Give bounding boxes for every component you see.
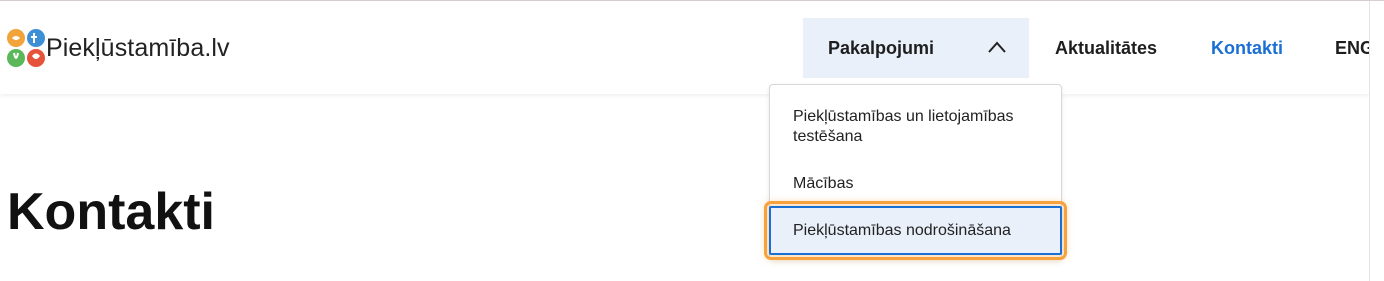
menu-item-training[interactable]: Mācības [793, 174, 1043, 194]
nav-services-label: Pakalpojumi [828, 37, 935, 58]
menu-item-testing[interactable]: Piekļūstamības un lietojamības testēšana [793, 107, 1043, 147]
site-header: Piekļūstamība.lv Pakalpojumi Aktualitāte… [0, 1, 1374, 94]
nav-services[interactable]: Pakalpojumi [803, 18, 1029, 78]
nav-contacts[interactable]: Kontakti [1211, 18, 1283, 78]
menu-item-accessibility-provision[interactable]: Piekļūstamības nodrošināšana [764, 201, 1067, 260]
logo-link[interactable]: Piekļūstamība.lv [6, 27, 230, 69]
chevron-up-icon [988, 41, 1006, 53]
nav-news[interactable]: Aktualitātes [1055, 18, 1157, 78]
page: Piekļūstamība.lv Pakalpojumi Aktualitāte… [0, 0, 1384, 281]
scrollbar[interactable] [1369, 1, 1378, 281]
page-title: Kontakti [7, 183, 215, 241]
logo-icon [7, 29, 45, 67]
logo-text: Piekļūstamība.lv [46, 33, 230, 62]
